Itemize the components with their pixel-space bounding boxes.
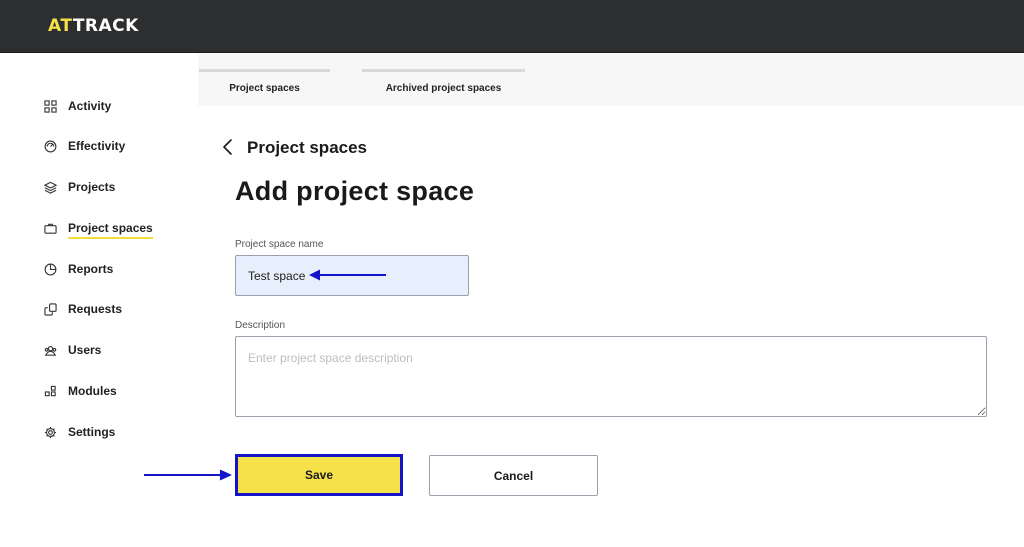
sidebar-item-settings[interactable]: Settings: [44, 422, 115, 442]
grid-icon: [44, 99, 57, 113]
chevron-left-icon[interactable]: [220, 137, 238, 157]
layers-icon: [44, 181, 57, 194]
sidebar-item-reports[interactable]: Reports: [44, 259, 113, 279]
sidebar-item-label: Modules: [68, 384, 117, 398]
sidebar-item-effectivity[interactable]: Effectivity: [44, 136, 125, 156]
breadcrumb-back-title[interactable]: Project spaces: [247, 138, 367, 158]
sidebar-item-label: Requests: [68, 302, 123, 316]
sidebar-item-label: Users: [68, 343, 102, 357]
tab-project-spaces[interactable]: Project spaces: [199, 69, 330, 106]
sidebar-item-label: Activity: [68, 99, 112, 113]
users-icon: [44, 345, 57, 356]
sidebar-item-label: Effectivity: [68, 139, 126, 153]
sidebar-item-label: Project spaces: [68, 221, 153, 239]
sidebar-item-modules[interactable]: Modules: [44, 381, 117, 401]
sidebar-item-projects[interactable]: Projects: [44, 177, 115, 197]
annotation-arrow-right-icon: [144, 469, 232, 481]
app-logo[interactable]: ATTRACK: [48, 16, 139, 36]
sidebar-item-activity[interactable]: Activity: [44, 96, 111, 116]
logo-text: TRACK: [72, 16, 139, 36]
pie-chart-icon: [44, 263, 57, 275]
sidebar-item-requests[interactable]: Requests: [44, 299, 122, 319]
sidebar-item-users[interactable]: Users: [44, 340, 101, 360]
logo-accent: AT: [48, 16, 73, 36]
description-label: Description: [235, 320, 286, 331]
page-title: Add project space: [235, 176, 475, 206]
sidebar-item-label: Reports: [68, 262, 114, 276]
save-button[interactable]: Save: [235, 454, 403, 496]
tab-bar: Project spaces Archived project spaces: [198, 54, 1024, 106]
sidebar-item-project-spaces[interactable]: Project spaces: [44, 218, 153, 239]
gear-icon: [44, 426, 57, 438]
top-bar: ATTRACK: [0, 0, 1024, 53]
annotation-arrow-left-icon: [309, 269, 386, 281]
cancel-button[interactable]: Cancel: [429, 455, 598, 496]
tab-archived-project-spaces[interactable]: Archived project spaces: [362, 69, 525, 106]
description-textarea[interactable]: [235, 336, 987, 417]
project-space-name-label: Project space name: [235, 239, 324, 250]
gauge-icon: [44, 140, 57, 152]
sidebar-item-label: Projects: [68, 180, 116, 194]
sidebar-item-label: Settings: [68, 425, 116, 439]
request-icon: [44, 302, 57, 316]
briefcase-icon: [44, 223, 57, 234]
modules-icon: [44, 385, 56, 396]
